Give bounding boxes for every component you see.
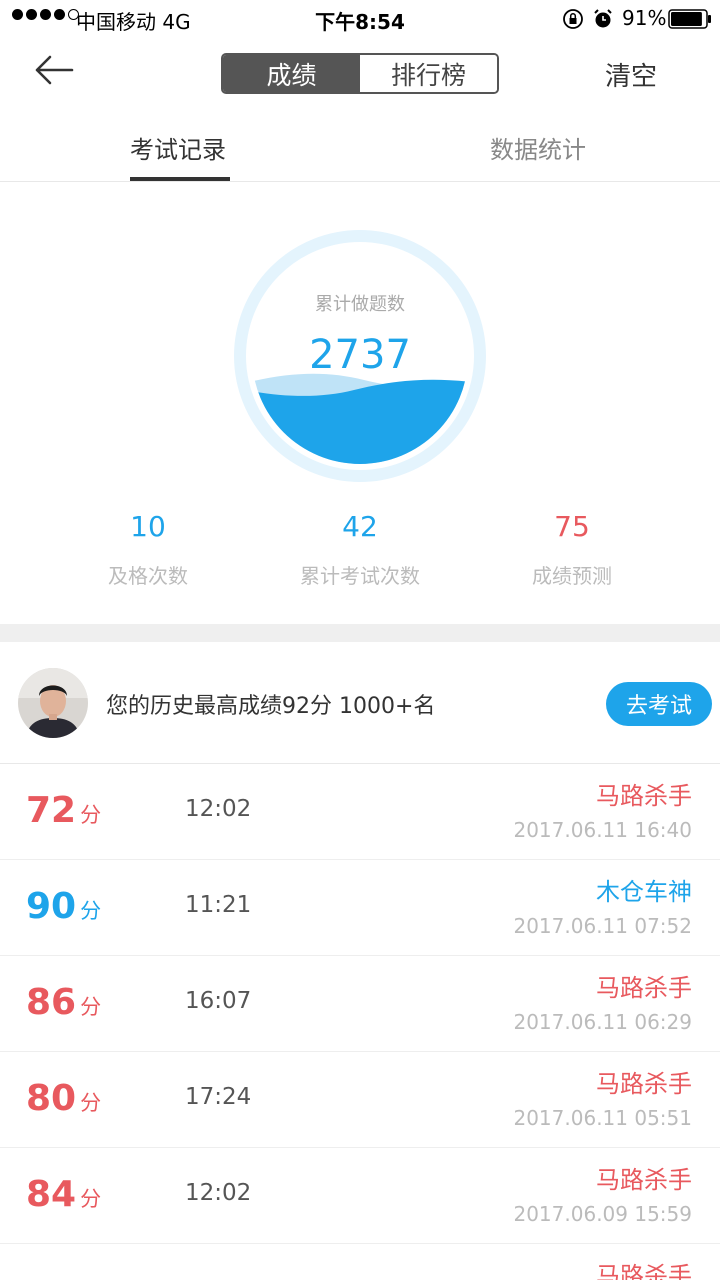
record-title: 马路杀手 [596, 1070, 692, 1098]
record-date: 2017.06.11 05:51 [513, 1106, 692, 1130]
record-row[interactable]: 80 分 17:24 马路杀手 2017.06.11 05:51 [0, 1052, 720, 1148]
stat-score-prediction: 75 成绩预测 [472, 510, 672, 589]
battery-percent: 91% [622, 6, 667, 30]
stat-pass-count: 10 及格次数 [48, 510, 248, 589]
nav-bar: 成绩 排行榜 清空 [0, 38, 720, 110]
alarm-icon [594, 9, 612, 28]
lock-rotation-icon [563, 9, 583, 29]
record-row[interactable]: 84 分 12:02 马路杀手 2017.06.09 15:59 [0, 1148, 720, 1244]
record-date: 2017.06.11 07:52 [513, 914, 692, 938]
record-row[interactable]: 86 分 16:07 马路杀手 2017.06.11 06:29 [0, 956, 720, 1052]
best-score-text: 您的历史最高成绩92分 1000+名 [106, 694, 436, 719]
stat-exam-count: 42 累计考试次数 [260, 510, 460, 589]
avatar[interactable] [18, 668, 88, 738]
stat-value: 10 [130, 510, 166, 543]
record-title: 马路杀手 [596, 1166, 692, 1194]
segment-score[interactable]: 成绩 [223, 55, 360, 92]
record-duration: 12:02 [185, 1180, 252, 1206]
stat-value: 75 [554, 510, 590, 543]
tab-data-statistics[interactable]: 数据统计 [490, 130, 586, 165]
tab-exam-records[interactable]: 考试记录 [130, 130, 226, 165]
tab-indicator [130, 177, 230, 181]
record-title: 马路杀手 [596, 782, 692, 810]
back-arrow-icon[interactable] [32, 52, 76, 88]
record-title: 木仓车神 [596, 878, 692, 906]
record-score: 86 分 [26, 982, 102, 1023]
record-row[interactable]: 72 分 12:02 马路杀手 2017.06.11 16:40 [0, 764, 720, 860]
best-score-row: 您的历史最高成绩92分 1000+名 去考试 [0, 642, 720, 764]
record-date: 2017.06.11 16:40 [513, 818, 692, 842]
record-duration: 17:24 [185, 1084, 252, 1110]
record-score: 72 分 [26, 790, 102, 831]
tab-bar: 考试记录 数据统计 [0, 110, 720, 182]
record-duration: 11:21 [185, 892, 252, 918]
gauge-label: 累计做题数 [315, 294, 405, 315]
clear-button[interactable]: 清空 [605, 56, 657, 93]
record-score: 80 分 [26, 1078, 102, 1119]
stat-label: 累计考试次数 [300, 564, 420, 588]
battery-icon [668, 9, 711, 29]
record-row[interactable]: 90 分 11:21 木仓车神 2017.06.11 07:52 [0, 860, 720, 956]
record-title: 马路杀手 [596, 1262, 692, 1280]
segment-ranking[interactable]: 排行榜 [360, 55, 497, 92]
go-exam-button[interactable]: 去考试 [606, 682, 712, 726]
segmented-control: 成绩 排行榜 [221, 53, 499, 94]
record-duration: 12:02 [185, 796, 252, 822]
stat-label: 成绩预测 [532, 564, 612, 588]
gauge-value: 2737 [309, 332, 411, 378]
record-title: 马路杀手 [596, 974, 692, 1002]
record-score: 84 分 [26, 1174, 102, 1215]
record-date: 2017.06.11 06:29 [513, 1010, 692, 1034]
record-duration: 16:07 [185, 988, 252, 1014]
stat-label: 及格次数 [108, 564, 188, 588]
stat-value: 42 [342, 510, 378, 543]
record-date: 2017.06.09 15:59 [513, 1202, 692, 1226]
record-row[interactable]: 马路杀手 [0, 1244, 720, 1280]
record-score: 90 分 [26, 886, 102, 927]
status-bar: 中国移动 4G 下午8:54 91% [0, 0, 720, 38]
section-divider [0, 624, 720, 642]
exam-record-list: 72 分 12:02 马路杀手 2017.06.11 16:40 90 分 11:2… [0, 764, 720, 1280]
